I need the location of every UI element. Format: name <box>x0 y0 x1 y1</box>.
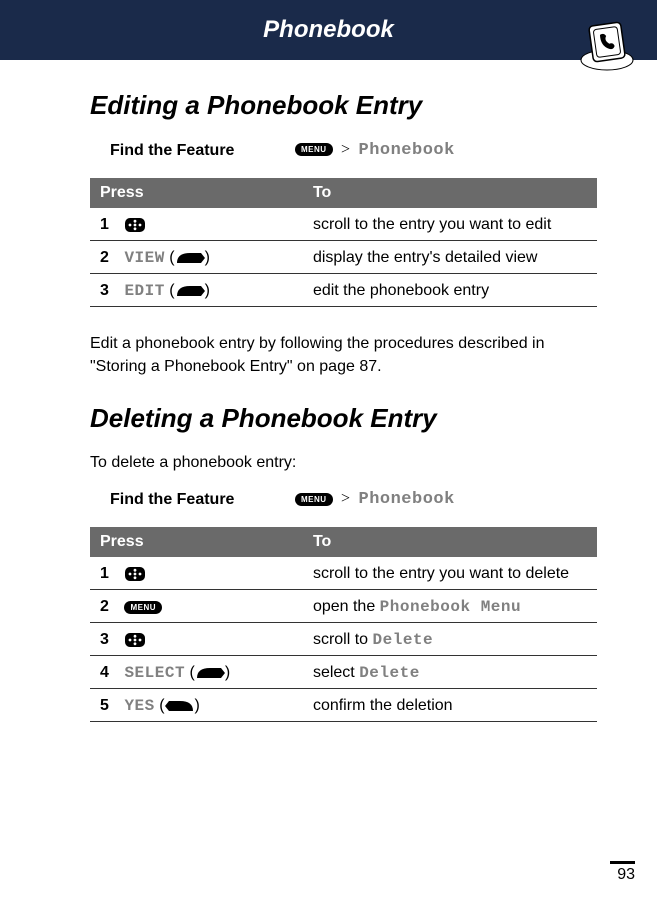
breadcrumb-separator: > <box>341 141 350 158</box>
step-desc: open the Phonebook Menu <box>303 590 597 623</box>
find-feature-label: Find the Feature <box>110 142 295 160</box>
instruction-table-edit: Press To 1 scroll to the entry you want … <box>90 178 597 307</box>
step-desc-text: open the <box>313 598 380 615</box>
step-number: 3 <box>100 282 120 300</box>
find-feature-row: Find the Feature MENU > Phonebook <box>110 141 597 160</box>
menu-key-icon: MENU <box>295 143 333 156</box>
step-desc: select Delete <box>303 656 597 689</box>
step-number: 2 <box>100 598 120 616</box>
step-desc: edit the phonebook entry <box>303 274 597 307</box>
scroll-key-icon <box>124 632 146 648</box>
section-title-deleting: Deleting a Phonebook Entry <box>90 403 597 434</box>
step-desc: confirm the deletion <box>303 689 597 722</box>
col-press: Press <box>90 527 303 557</box>
softkey-label: YES <box>124 697 154 715</box>
step-desc-mono: Phonebook Menu <box>380 598 521 616</box>
table-row: 1 scroll to the entry you want to edit <box>90 208 597 241</box>
find-feature-label: Find the Feature <box>110 491 295 509</box>
step-number: 4 <box>100 664 120 682</box>
section-intro: To delete a phonebook entry: <box>90 454 597 472</box>
table-row: 1 scroll to the entry you want to delete <box>90 557 597 590</box>
softkey-label: VIEW <box>124 249 164 267</box>
page-content: Editing a Phonebook Entry Find the Featu… <box>0 60 657 722</box>
step-number: 5 <box>100 697 120 715</box>
step-number: 1 <box>100 216 120 234</box>
step-desc-text: select <box>313 664 359 681</box>
col-press: Press <box>90 178 303 208</box>
menu-key-icon: MENU <box>295 493 333 506</box>
right-softkey-icon <box>175 284 205 298</box>
menu-path: MENU > Phonebook <box>295 141 455 160</box>
scroll-key-icon <box>124 566 146 582</box>
left-softkey-icon <box>165 699 195 713</box>
header-bar: Phonebook <box>0 0 657 60</box>
step-desc: scroll to the entry you want to edit <box>303 208 597 241</box>
step-desc-mono: Delete <box>373 631 434 649</box>
right-softkey-icon <box>175 251 205 265</box>
table-row: 5 YES () confirm the deletion <box>90 689 597 722</box>
instruction-table-delete: Press To 1 scroll to the entry you want … <box>90 527 597 722</box>
step-number: 2 <box>100 249 120 267</box>
header-title: Phonebook <box>263 16 394 44</box>
menu-key-icon: MENU <box>124 601 162 614</box>
col-to: To <box>303 178 597 208</box>
phonebook-icon <box>577 18 637 73</box>
menu-path: MENU > Phonebook <box>295 490 455 509</box>
step-desc: scroll to the entry you want to delete <box>303 557 597 590</box>
step-desc-mono: Delete <box>359 664 420 682</box>
step-desc: scroll to Delete <box>303 623 597 656</box>
softkey-label: EDIT <box>124 282 164 300</box>
step-number: 3 <box>100 631 120 649</box>
breadcrumb-separator: > <box>341 490 350 507</box>
right-softkey-icon <box>195 666 225 680</box>
step-desc: display the entry's detailed view <box>303 241 597 274</box>
step-number: 1 <box>100 565 120 583</box>
section-title-editing: Editing a Phonebook Entry <box>90 90 597 121</box>
menu-path-text: Phonebook <box>359 490 455 509</box>
section-body: Edit a phonebook entry by following the … <box>90 332 597 378</box>
table-row: 4 SELECT () select Delete <box>90 656 597 689</box>
table-row: 2 MENU open the Phonebook Menu <box>90 590 597 623</box>
table-row: 2 VIEW () display the entry's detailed v… <box>90 241 597 274</box>
step-desc-text: scroll to <box>313 631 373 648</box>
col-to: To <box>303 527 597 557</box>
table-row: 3 EDIT () edit the phonebook entry <box>90 274 597 307</box>
menu-path-text: Phonebook <box>359 141 455 160</box>
softkey-label: SELECT <box>124 664 185 682</box>
scroll-key-icon <box>124 217 146 233</box>
page-number: 93 <box>610 861 635 884</box>
find-feature-row: Find the Feature MENU > Phonebook <box>110 490 597 509</box>
table-row: 3 scroll to Delete <box>90 623 597 656</box>
